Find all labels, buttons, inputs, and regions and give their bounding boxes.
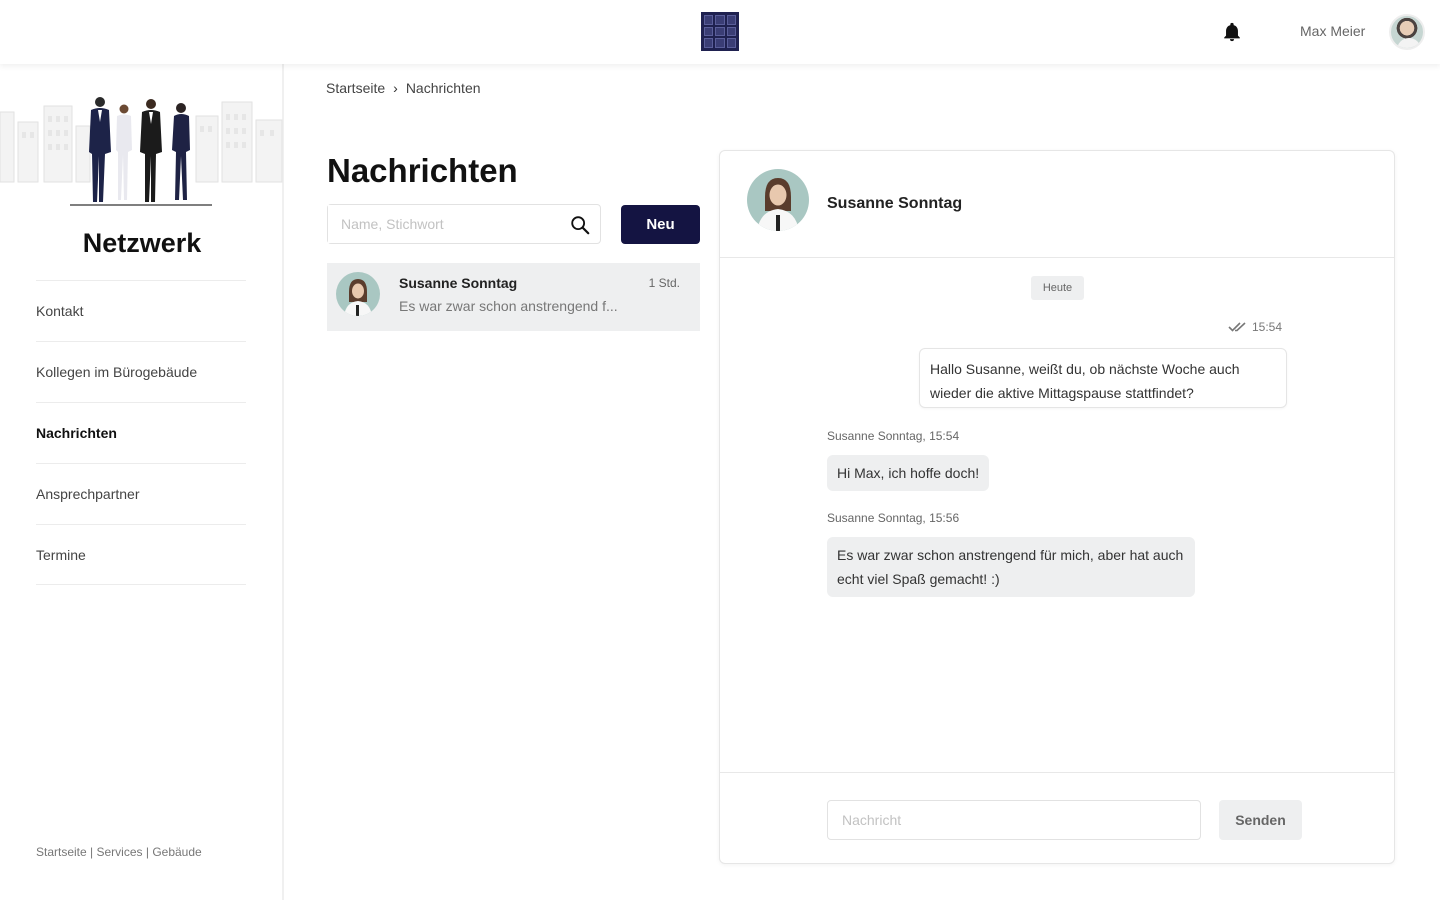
double-check-icon: [1228, 322, 1246, 332]
user-name[interactable]: Max Meier: [1300, 23, 1365, 39]
footer-link-services[interactable]: Services: [97, 845, 143, 859]
sent-message-time: 15:54: [1252, 320, 1283, 334]
day-separator-badge: Heute: [1031, 276, 1084, 300]
conversation-time: 1 Std.: [648, 276, 680, 290]
message-bubble-incoming: Hi Max, ich hoffe doch!: [827, 455, 990, 491]
search-input[interactable]: [328, 205, 558, 243]
sidebar-item-kollegen[interactable]: Kollegen im Bürogebäude: [36, 341, 246, 402]
chat-header: Susanne Sonntag: [720, 151, 1394, 258]
footer-separator: |: [142, 845, 153, 859]
user-avatar[interactable]: [1389, 14, 1425, 50]
message-composer: Senden: [720, 772, 1394, 864]
sidebar-item-kontakt[interactable]: Kontakt: [36, 280, 246, 341]
sidebar-item-ansprechpartner[interactable]: Ansprechpartner: [36, 463, 246, 524]
footer-link-gebaeude[interactable]: Gebäude: [152, 845, 201, 859]
breadcrumb: Startseite › Nachrichten: [326, 80, 481, 96]
sidebar-item-nachrichten[interactable]: Nachrichten: [36, 402, 246, 463]
sidebar-footer: Startseite | Services | Gebäude: [36, 845, 202, 859]
incoming-message-meta: Susanne Sonntag, 15:56: [827, 511, 960, 525]
chat-panel: Susanne Sonntag Heute 15:54 Hallo Susann…: [719, 150, 1395, 864]
breadcrumb-current: Nachrichten: [405, 80, 481, 96]
footer-link-startseite[interactable]: Startseite: [36, 845, 87, 859]
logo-icon[interactable]: [701, 12, 739, 51]
chevron-right-icon: ›: [393, 80, 398, 96]
incoming-message-meta: Susanne Sonntag, 15:54: [827, 429, 960, 443]
message-bubble-incoming: Es war zwar schon anstrengend für mich, …: [827, 537, 1195, 597]
send-button[interactable]: Senden: [1219, 800, 1302, 840]
sidebar-item-termine[interactable]: Termine: [36, 524, 246, 585]
team-illustration: [0, 97, 283, 206]
breadcrumb-home[interactable]: Startseite: [326, 80, 385, 96]
message-bubble-outgoing: Hallo Susanne, weißt du, ob nächste Woch…: [919, 348, 1287, 408]
conversation-name: Susanne Sonntag: [399, 275, 518, 291]
contact-avatar: [336, 272, 380, 316]
sidebar-title: Netzwerk: [82, 228, 202, 258]
message-input[interactable]: [827, 800, 1201, 840]
sidebar-nav: Kontakt Kollegen im Bürogebäude Nachrich…: [36, 280, 246, 585]
bell-icon[interactable]: [1221, 20, 1243, 44]
search-icon[interactable]: [569, 214, 591, 236]
conversation-item[interactable]: Susanne Sonntag 1 Std. Es war zwar schon…: [327, 263, 700, 331]
sidebar: Netzwerk Kontakt Kollegen im Bürogebäude…: [0, 64, 284, 900]
search-box: [327, 204, 601, 244]
chat-contact-name: Susanne Sonntag: [827, 195, 963, 212]
chat-contact-avatar[interactable]: [747, 169, 809, 231]
top-bar: Max Meier: [0, 0, 1440, 64]
page-title: Nachrichten: [327, 152, 518, 189]
sent-message-meta: 15:54: [1228, 320, 1282, 334]
conversation-preview: Es war zwar schon anstrengend f...: [399, 298, 618, 314]
new-message-button[interactable]: Neu: [621, 205, 700, 244]
footer-separator: |: [86, 845, 97, 859]
